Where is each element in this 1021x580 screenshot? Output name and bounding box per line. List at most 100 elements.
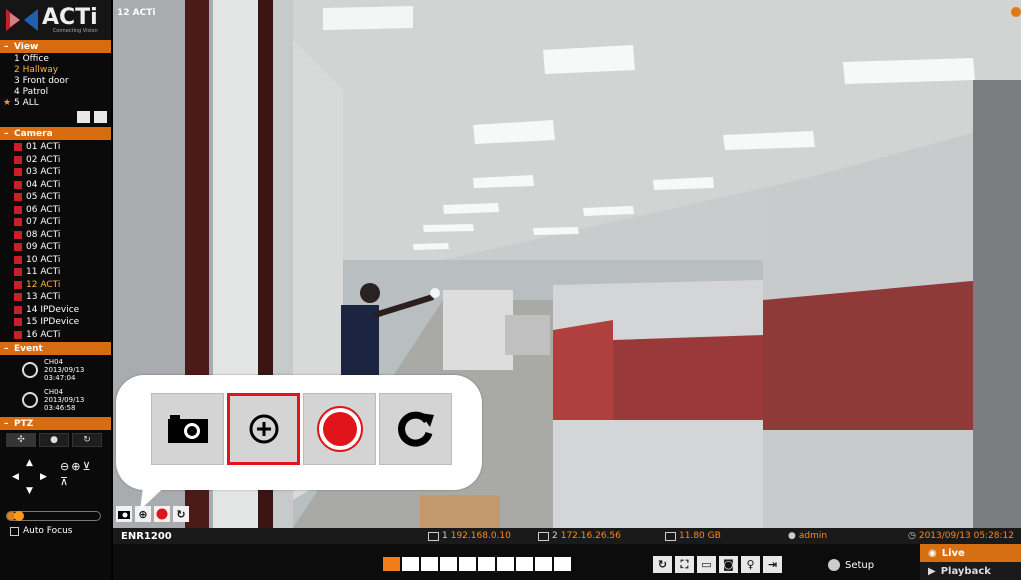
camera-item-label: 10 ACTi <box>26 254 61 265</box>
camera-snapshot-button[interactable]: ◙ <box>719 556 738 573</box>
ptz-focus-near-icon[interactable]: ⊻ <box>82 460 90 473</box>
ptz-zoom-out-icon[interactable]: ⊖ <box>60 460 69 473</box>
view-item[interactable]: 3 Front door <box>14 76 111 87</box>
view-item[interactable]: 4 Patrol <box>14 87 111 98</box>
big-refresh-button[interactable] <box>379 393 452 465</box>
ptz-up-icon[interactable]: ▲ <box>26 458 33 468</box>
camera-item[interactable]: 14 IPDevice <box>0 304 111 317</box>
event-text: CH04 2013/09/13 03:47:04 <box>44 358 84 382</box>
ptz-section-header[interactable]: – PTZ <box>0 417 111 430</box>
focus-slider[interactable] <box>6 511 101 521</box>
big-record-button[interactable] <box>303 393 376 465</box>
display-button[interactable]: ▭ <box>697 556 716 573</box>
device-name: ENR1200 <box>121 530 172 542</box>
layout-1p5-icon[interactable] <box>478 557 495 571</box>
camera-item[interactable]: 12 ACTi <box>0 279 111 292</box>
layout-1x1-icon[interactable] <box>383 557 400 571</box>
logout-icon: ⇥ <box>767 558 778 571</box>
storage-value: 11.80 GB <box>679 531 721 541</box>
layout-6x6-icon[interactable] <box>554 557 571 571</box>
logout-button[interactable]: ⇥ <box>763 556 782 573</box>
collapse-icon[interactable]: – <box>4 344 14 354</box>
camera-section-header[interactable]: – Camera <box>0 127 111 140</box>
layout-4x4-icon[interactable] <box>440 557 457 571</box>
storage-icon <box>665 531 676 541</box>
ptz-header-label: PTZ <box>14 418 34 429</box>
camera-item-label: 06 ACTi <box>26 204 61 215</box>
rec-badge-icon <box>14 168 22 177</box>
camera-item-label: 16 ACTi <box>26 329 61 340</box>
talk-icon: ♀ <box>746 558 755 571</box>
view-item[interactable]: 5 ALL ★ <box>3 98 111 109</box>
layout-3x3-icon[interactable] <box>421 557 438 571</box>
camera-item[interactable]: 13 ACTi <box>0 291 111 304</box>
bottom-toolbar: ↻ ⛶ ▭ ◙ ♀ ⇥ Setup ◉ Live ▶ Playback <box>113 544 1021 580</box>
ptz-focus-far-icon[interactable]: ⊼ <box>60 475 68 488</box>
ptz-down-icon[interactable]: ▼ <box>26 486 33 496</box>
view-item[interactable]: 1 Office <box>14 54 111 65</box>
big-snapshot-button[interactable] <box>151 393 224 465</box>
refresh-button[interactable]: ↻ <box>173 506 189 522</box>
collapse-icon[interactable]: – <box>4 42 14 52</box>
event-channel: CH04 <box>44 388 64 396</box>
ptz-direction-pad[interactable]: ▲ ◀ ▶ ▼ <box>10 458 50 500</box>
fullscreen-button[interactable]: ⛶ <box>675 556 694 573</box>
live-mode-button[interactable]: ◉ Live <box>920 544 1021 562</box>
setup-button[interactable]: Setup <box>828 559 874 571</box>
collapse-icon[interactable]: – <box>4 129 14 139</box>
rec-badge-icon <box>14 230 22 239</box>
camera-item[interactable]: 07 ACTi <box>0 216 111 229</box>
layout-1p12-icon[interactable] <box>516 557 533 571</box>
rec-badge-icon <box>14 318 22 327</box>
talk-button[interactable]: ♀ <box>741 556 760 573</box>
refresh-icon <box>397 411 434 447</box>
ptz-tour-tab[interactable]: ↻ <box>72 433 102 447</box>
view-item[interactable]: 2 Hallway <box>14 65 111 76</box>
rec-badge-icon <box>14 205 22 214</box>
event-channel: CH04 <box>44 358 64 366</box>
ptz-left-icon[interactable]: ◀ <box>12 472 19 482</box>
camera-item[interactable]: 16 ACTi <box>0 329 111 342</box>
playback-mode-button[interactable]: ▶ Playback <box>920 562 1021 580</box>
camera-item[interactable]: 06 ACTi <box>0 204 111 217</box>
acti-logo-icon <box>6 9 38 31</box>
rec-badge-icon <box>14 243 22 252</box>
ptz-move-tab[interactable]: ✣ <box>6 433 36 447</box>
camera-item[interactable]: 15 IPDevice <box>0 316 111 329</box>
layout-5x5-icon[interactable] <box>459 557 476 571</box>
camera-item[interactable]: 02 ACTi <box>0 154 111 167</box>
edit-view-icon-2[interactable] <box>94 111 107 123</box>
rec-badge-icon <box>14 193 22 202</box>
channel-label: 12 ACTi <box>117 8 156 18</box>
camera-item[interactable]: 01 ACTi <box>0 141 111 154</box>
view-section-header[interactable]: – View <box>0 40 111 53</box>
camera-item[interactable]: 04 ACTi <box>0 179 111 192</box>
camera-item[interactable]: 11 ACTi <box>0 266 111 279</box>
event-item[interactable]: CH04 2013/09/13 03:47:04 <box>0 355 111 385</box>
layout-2p8-icon[interactable] <box>535 557 552 571</box>
layout-2x2-icon[interactable] <box>402 557 419 571</box>
camera-item[interactable]: 05 ACTi <box>0 191 111 204</box>
camera-item-label: 01 ACTi <box>26 142 61 152</box>
event-item[interactable]: CH04 2013/09/13 03:46:58 <box>0 385 111 415</box>
snapshot-button[interactable] <box>116 506 132 522</box>
camera-item[interactable]: 09 ACTi <box>0 241 111 254</box>
focus-slider-knob[interactable] <box>14 511 25 521</box>
camera-item[interactable]: 08 ACTi <box>0 229 111 242</box>
camera-item-label: 05 ACTi <box>26 192 61 202</box>
network-2: 2 172.16.26.56 <box>538 531 621 541</box>
ptz-zoom-in-icon[interactable]: ⊕ <box>71 460 80 473</box>
event-section-header[interactable]: – Event <box>0 342 111 355</box>
edit-view-icon[interactable] <box>77 111 90 123</box>
camera-item[interactable]: 10 ACTi <box>0 254 111 267</box>
datetime-status: ◷ 2013/09/13 05:28:12 <box>908 531 1014 541</box>
big-zoom-button[interactable] <box>227 393 300 465</box>
auto-focus-checkbox[interactable] <box>10 526 19 536</box>
event-list: CH04 2013/09/13 03:47:04 CH04 2013/09/13 03:4… <box>0 355 111 415</box>
layout-1p7-icon[interactable] <box>497 557 514 571</box>
collapse-icon[interactable]: – <box>4 419 14 429</box>
ptz-right-icon[interactable]: ▶ <box>40 472 47 482</box>
ptz-preset-tab[interactable]: ● <box>39 433 69 447</box>
camera-item[interactable]: 03 ACTi <box>0 166 111 179</box>
sequence-button[interactable]: ↻ <box>653 556 672 573</box>
